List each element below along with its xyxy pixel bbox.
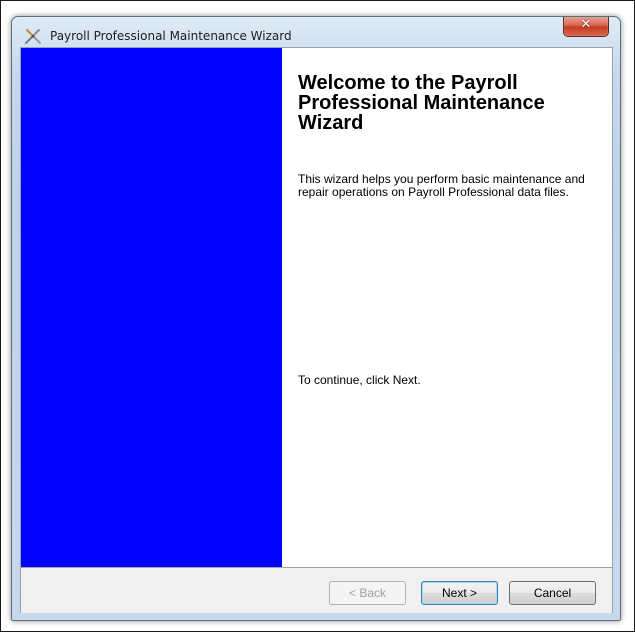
wizard-description: This wizard helps you perform basic main… (298, 172, 585, 199)
back-button[interactable]: < Back (329, 581, 406, 605)
wizard-banner (21, 48, 282, 567)
wizard-content: Welcome to the Payroll Professional Main… (282, 48, 612, 567)
page-title: Welcome to the Payroll Professional Main… (298, 72, 545, 134)
window-title: Payroll Professional Maintenance Wizard (50, 29, 292, 43)
close-icon: ✕ (580, 17, 592, 32)
wizard-client-area: Welcome to the Payroll Professional Main… (20, 47, 613, 613)
continue-instruction: To continue, click Next. (298, 373, 421, 387)
tools-icon (24, 27, 42, 45)
close-button[interactable]: ✕ (563, 17, 609, 37)
wizard-footer: < Back Next > Cancel (21, 567, 612, 613)
cancel-button[interactable]: Cancel (509, 581, 596, 605)
wizard-window: Payroll Professional Maintenance Wizard … (11, 16, 621, 621)
next-button[interactable]: Next > (421, 581, 498, 605)
screenshot-frame: Payroll Professional Maintenance Wizard … (0, 0, 635, 632)
